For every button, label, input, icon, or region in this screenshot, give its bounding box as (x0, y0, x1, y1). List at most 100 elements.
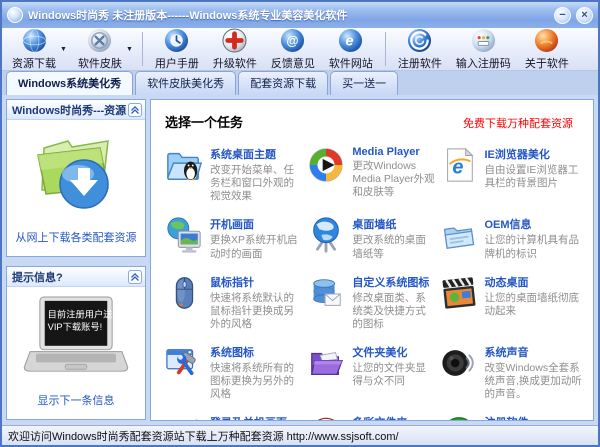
feedback-button[interactable]: @ 反馈意见 (265, 26, 321, 72)
tip-panel-header[interactable]: 提示信息? (7, 267, 145, 287)
page-title: 选择一个任务 (165, 115, 244, 130)
collapse-chevron-icon[interactable] (128, 269, 142, 284)
task-title[interactable]: 登录及关机画面 (210, 414, 303, 420)
download-resources-link[interactable]: 从网上下载各类配套资源 (16, 229, 137, 245)
task-system-sound[interactable]: 系统声音 改变Windows全套系统声音,换成更加动听的声音。 (440, 344, 584, 401)
upgrade-cross-icon (222, 28, 247, 53)
svg-text:目前注册用户送: 目前注册用户送 (48, 308, 113, 319)
task-ie-beautify[interactable]: e IE浏览器美化自由设置IE浏览器工具栏的背景图片 (440, 146, 584, 203)
task-logon-screen[interactable]: 登录及关机画面改变XP系统的登录欢迎画面及关机画面 (165, 414, 303, 420)
minimize-button[interactable]: − (554, 6, 571, 24)
task-title[interactable]: 桌面墙纸 (352, 216, 435, 232)
upgrade-software-button[interactable]: 升级软件 (207, 26, 263, 72)
task-title[interactable]: 系统声音 (485, 344, 584, 360)
svg-text:@: @ (287, 34, 299, 48)
collapse-chevron-icon[interactable] (128, 102, 142, 117)
laptop-tip-icon: 目前注册用户送 VIP下载账号! (23, 296, 129, 372)
task-mouse-pointer[interactable]: 鼠标指针 快速将系统默认的鼠标指针更换成另外的风格 (165, 274, 303, 331)
task-wallpaper[interactable]: 桌面墙纸 更改系统的桌面墙纸等 (307, 216, 435, 260)
resource-panel-body: 从网上下载各类配套资源 (7, 120, 145, 256)
task-desc: 快速将系统默认的鼠标指针更换成另外的风格 (210, 291, 294, 330)
task-colorful-folder[interactable]: 多彩文件夹让您的文件夹变成彩色的文件夹 (307, 414, 435, 420)
tip-panel-title: 提示信息? (12, 271, 63, 284)
svg-text:e: e (346, 33, 354, 49)
task-system-icons[interactable]: 系统图标 快速将系统所有的图标更换为另外的风格 (165, 344, 303, 401)
oem-folder-icon (443, 227, 474, 250)
tab-strip: Windows系统美化秀 软件皮肤美化秀 配套资源下载 买一送一 (2, 71, 598, 95)
purple-folder-icon (311, 352, 344, 376)
resource-panel-header[interactable]: Windows时尚秀---资源 (7, 100, 145, 120)
toolbar-button-label: 输入注册码 (455, 58, 511, 70)
task-boot-screen[interactable]: 开机画面 更换XP系统开机启动时的画面 (165, 216, 303, 260)
task-desc: 自由设置IE浏览器工具栏的背景图片 (484, 164, 579, 190)
user-manual-button[interactable]: 用户手册 (149, 26, 205, 72)
toolbar-separator (384, 32, 386, 66)
skin-dropdown-arrow-icon[interactable]: ▼ (126, 46, 133, 53)
globe-download-icon (22, 28, 46, 53)
task-title[interactable]: 鼠标指针 (210, 274, 303, 290)
task-title[interactable]: 文件夹美化 (352, 344, 435, 360)
task-desc: 改变开始菜单、任务栏和窗口外观的视觉效果 (210, 164, 294, 203)
register-software-button[interactable]: 注册软件 (392, 26, 448, 72)
task-desc: 让您的文件夹显得与众不同 (352, 362, 426, 388)
task-title[interactable]: IE浏览器美化 (485, 146, 584, 162)
app-icon (7, 7, 23, 23)
toolbar-button-label: 资源下载 (12, 58, 56, 70)
manual-clock-icon (165, 28, 189, 53)
close-button[interactable]: × (576, 6, 593, 24)
boot-screen-icon (167, 217, 201, 253)
free-download-link[interactable]: 免费下载万种配套资源 (463, 115, 573, 131)
resource-panel-title: Windows时尚秀---资源 (12, 104, 127, 117)
enter-registration-code-button[interactable]: 输入注册码 (450, 26, 517, 72)
task-title[interactable]: 自定义系统图标 (352, 274, 435, 290)
task-title[interactable]: Media Player (352, 146, 435, 158)
toolbar-button-label: 关于软件 (524, 58, 569, 70)
tab-skin-beautify[interactable]: 软件皮肤美化秀 (135, 71, 237, 95)
status-bar: 欢迎访问Windows时尚秀配套资源站下载上万种配套资源 http://www.… (2, 425, 598, 445)
toolbar-button-label: 软件皮肤 (77, 58, 122, 70)
task-title[interactable]: 注册软件 (485, 414, 584, 420)
tab-resource-download[interactable]: 配套资源下载 (238, 71, 329, 95)
custom-icons-cylinder-icon (313, 278, 342, 306)
theme-folder-penguin-icon (167, 152, 203, 181)
task-desc: 让您的计算机具有品牌机的标识 (484, 234, 580, 260)
main-panel: 选择一个任务 免费下载万种配套资源 系统桌面主题改变开始菜单、任务栏和窗口外观的… (150, 99, 594, 421)
download-resources-button[interactable]: 资源下载 (6, 26, 62, 72)
task-grid: 系统桌面主题改变开始菜单、任务栏和窗口外观的视觉效果 Media Player 更… (165, 146, 584, 420)
task-oem-info[interactable]: OEM信息让您的计算机具有品牌机的标识 (440, 216, 584, 260)
task-title[interactable]: 系统图标 (210, 344, 303, 360)
task-title[interactable]: 多彩文件夹 (352, 414, 435, 420)
task-register-software[interactable]: 注册软件如果您想用更多资源美化您的系统,可以注册购买我们的软件 (440, 414, 584, 420)
toolbar-separator (141, 32, 143, 66)
toolbar-button-label: 注册软件 (397, 58, 442, 70)
content-area: Windows时尚秀---资源 从网上下载各类配套资源 提示信息? 目前注册用户… (2, 95, 598, 425)
task-system-theme[interactable]: 系统桌面主题改变开始菜单、任务栏和窗口外观的视觉效果 (165, 146, 303, 203)
title-bar: Windows时尚秀 未注册版本------Windows系统专业美容美化软件 … (2, 2, 598, 28)
ie-page-icon: e (446, 147, 473, 182)
folder-download-icon (37, 140, 109, 209)
task-title[interactable]: OEM信息 (485, 216, 584, 232)
task-custom-icons[interactable]: 自定义系统图标 修改桌面类、系统类及快捷方式的图标 (307, 274, 435, 331)
task-desc: 修改桌面类、系统类及快捷方式的图标 (352, 291, 426, 330)
toolbar-button-label: 升级软件 (212, 58, 257, 70)
download-dropdown-arrow-icon[interactable]: ▼ (60, 46, 67, 53)
toolbar: 资源下载 ▼ 软件皮肤 ▼ 用户手册 升级软件 @ 反馈意见 e 软件网站 注册… (2, 28, 598, 71)
task-folder-beautify[interactable]: 文件夹美化让您的文件夹显得与众不同 (307, 344, 435, 401)
wallpaper-globe-icon (313, 217, 340, 253)
task-title[interactable]: 系统桌面主题 (210, 146, 303, 162)
task-title[interactable]: 动态桌面 (485, 274, 584, 290)
about-software-button[interactable]: 关于软件 (519, 26, 575, 72)
task-dynamic-desktop[interactable]: 动态桌面 让您的桌面墙纸彻底动起来 (440, 274, 584, 331)
task-title[interactable]: 开机画面 (210, 216, 303, 232)
software-website-button[interactable]: e 软件网站 (323, 26, 379, 72)
register-swirl-icon (408, 28, 432, 53)
sidebar: Windows时尚秀---资源 从网上下载各类配套资源 提示信息? 目前注册用户… (6, 99, 146, 421)
next-tip-link[interactable]: 显示下一条信息 (38, 392, 115, 408)
tab-buy-one-get-one[interactable]: 买一送一 (330, 71, 399, 95)
clapperboard-icon (442, 276, 475, 309)
resource-panel: Windows时尚秀---资源 从网上下载各类配套资源 (6, 99, 146, 257)
task-media-player[interactable]: Media Player 更改Windows Media Player外观和皮肤等 (307, 146, 435, 203)
software-skin-button[interactable]: 软件皮肤 (72, 26, 128, 72)
lifebuoy-icon (318, 418, 334, 420)
tab-windows-beautify[interactable]: Windows系统美化秀 (6, 71, 134, 95)
